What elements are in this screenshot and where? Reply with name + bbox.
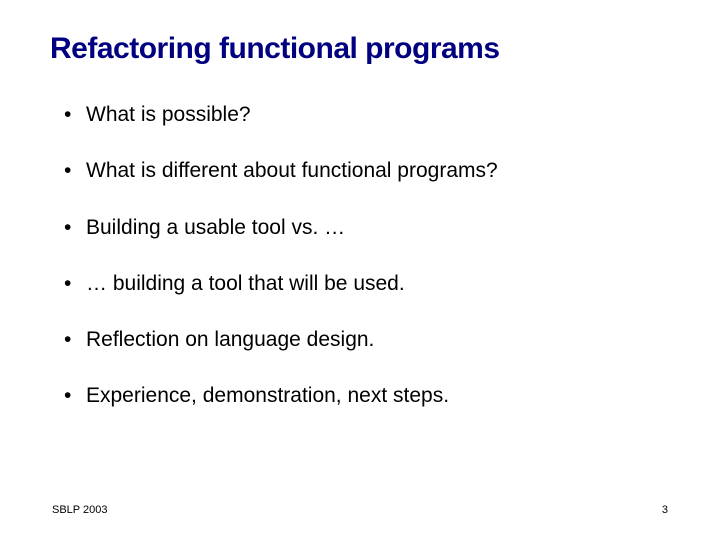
list-item: Reflection on language design. [64, 327, 670, 353]
footer-page-number: 3 [662, 504, 668, 516]
list-item: … building a tool that will be used. [64, 271, 670, 297]
bullet-list: What is possible? What is different abou… [50, 102, 670, 410]
footer-conference: SBLP 2003 [52, 504, 107, 516]
slide-title: Refactoring functional programs [50, 32, 670, 66]
list-item: Experience, demonstration, next steps. [64, 383, 670, 409]
slide: Refactoring functional programs What is … [0, 0, 720, 540]
list-item: What is possible? [64, 102, 670, 128]
list-item: What is different about functional progr… [64, 158, 670, 184]
list-item: Building a usable tool vs. … [64, 215, 670, 241]
